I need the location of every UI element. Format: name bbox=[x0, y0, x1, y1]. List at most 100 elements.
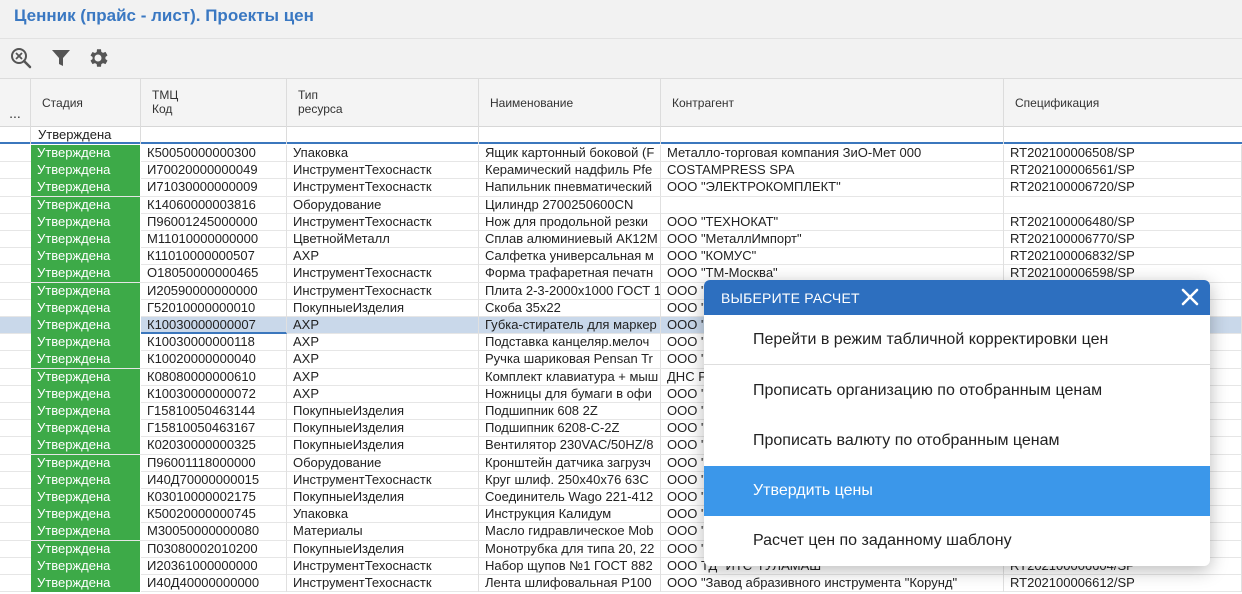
option-template-calc[interactable]: Расчет цен по заданному шаблону bbox=[704, 516, 1210, 566]
column-header-line: Тип bbox=[298, 88, 319, 102]
cell-stage: Утверждена bbox=[31, 403, 141, 420]
cell-name: Скоба 35х22 bbox=[479, 299, 661, 317]
cell-spec: RT202100006561/SP bbox=[1004, 162, 1242, 180]
cell-spec: RT202100006508/SP bbox=[1004, 145, 1242, 162]
cell-tmc-code: К50050000000300 bbox=[141, 145, 287, 162]
cell-resource-type: Оборудование bbox=[287, 196, 479, 214]
column-header-name[interactable]: Наименование bbox=[479, 79, 661, 127]
cell-name: Круг шлиф. 250х40х76 63С bbox=[479, 471, 661, 489]
column-header-line: ТМЦ bbox=[152, 88, 179, 102]
column-header-label: Стадия bbox=[42, 96, 83, 110]
cell-name: Цилиндр 2700250600CN bbox=[479, 196, 661, 214]
table-row[interactable]: Утверждена П96001245000000 ИнструментТехос… bbox=[0, 213, 1242, 231]
grid-header: Стадия ТМЦ Код Тип ресурса Наименование Ко… bbox=[0, 79, 1242, 127]
cell-tmc-code: П03080002010200 bbox=[141, 540, 287, 558]
cell-resource-type: ПокупныеИзделия bbox=[287, 489, 479, 506]
cell-stage: Утверждена bbox=[31, 317, 141, 334]
cell-stage: Утверждена bbox=[31, 506, 141, 524]
option-set-currency[interactable]: Прописать валюту по отобранным ценам bbox=[704, 416, 1210, 466]
cell-tmc-code: Г15810050463167 bbox=[141, 420, 287, 438]
cell-resource-type: АХР bbox=[287, 368, 479, 386]
cell-name: Сплав алюминиевый АК12М bbox=[479, 231, 661, 248]
option-table-price-edit[interactable]: Перейти в режим табличной корректировки … bbox=[704, 315, 1210, 365]
cell-name: Лента шлифовальная Р100 bbox=[479, 575, 661, 592]
cell-tmc-code: Г52010000000010 bbox=[141, 299, 287, 317]
cell-tmc-code: М11010000000000 bbox=[141, 231, 287, 248]
filter-stage-input[interactable]: Утверждена bbox=[31, 127, 141, 144]
cell-stage: Утверждена bbox=[31, 368, 141, 386]
column-header-tmc-code[interactable]: ТМЦ Код bbox=[141, 79, 287, 127]
column-header-line: ресурса bbox=[298, 102, 343, 116]
calculation-dialog: ВЫБЕРИТЕ РАСЧЕТ Перейти в режим таблично… bbox=[704, 280, 1210, 566]
cell-name: Ручка шариковая Pensan Tr bbox=[479, 351, 661, 369]
cell-spec: RT202100006612/SP bbox=[1004, 575, 1242, 592]
option-set-organization[interactable]: Прописать организацию по отобранным цена… bbox=[704, 366, 1210, 416]
page-title: Ценник (прайс - лист). Проекты цен bbox=[14, 6, 314, 25]
column-header-line: Код bbox=[152, 102, 173, 116]
cell-resource-type: ПокупныеИзделия bbox=[287, 299, 479, 317]
zoom-reset-icon bbox=[11, 48, 32, 69]
cell-stage: Утверждена bbox=[31, 145, 141, 162]
column-header-label: Наименование bbox=[490, 96, 574, 110]
column-header-stage[interactable]: Стадия bbox=[31, 79, 141, 127]
cell-contractor bbox=[661, 196, 1004, 214]
cell-stage: Утверждена bbox=[31, 471, 141, 489]
cell-resource-type: ИнструментТехоснастк bbox=[287, 265, 479, 283]
table-row[interactable]: Утверждена И71030000000009 ИнструментТехос… bbox=[0, 179, 1242, 197]
cell-resource-type: АХР bbox=[287, 351, 479, 369]
cell-resource-type: ИнструментТехоснастк bbox=[287, 575, 479, 592]
cell-resource-type: Упаковка bbox=[287, 506, 479, 524]
cell-name: Напильник пневматический bbox=[479, 179, 661, 197]
table-row[interactable]: Утверждена К50050000000300 Упаковка Ящик ка… bbox=[0, 145, 1242, 163]
column-chooser-button[interactable]: ... bbox=[0, 79, 31, 127]
column-header-contractor[interactable]: Контрагент bbox=[661, 79, 1004, 127]
column-header-resource-type[interactable]: Тип ресурса bbox=[287, 79, 479, 127]
cell-tmc-code: К10030000000072 bbox=[141, 385, 287, 403]
table-row[interactable]: Утверждена К11010000000507 АХР Салфетка уни… bbox=[0, 248, 1242, 266]
cell-tmc-code: И20361000000000 bbox=[141, 557, 287, 575]
table-row[interactable]: Утверждена И70020000000049 ИнструментТехос… bbox=[0, 162, 1242, 180]
dialog-title: ВЫБЕРИТЕ РАСЧЕТ bbox=[721, 290, 860, 306]
cell-name: Плита 2-3-2000х1000 ГОСТ 1 bbox=[479, 282, 661, 300]
cell-resource-type: Материалы bbox=[287, 523, 479, 541]
column-header-spec[interactable]: Спецификация bbox=[1004, 79, 1242, 127]
filter-tmc-code-input[interactable] bbox=[141, 127, 287, 144]
cell-stage: Утверждена bbox=[31, 231, 141, 248]
cell-resource-type: ИнструментТехоснастк bbox=[287, 282, 479, 300]
table-row[interactable]: Утверждена М11010000000000 ЦветнойМеталл Сп… bbox=[0, 231, 1242, 249]
table-row[interactable]: Утверждена И40Д40000000000 ИнструментТехос… bbox=[0, 575, 1242, 593]
cell-name: Подшипник 6208-С-2Z bbox=[479, 420, 661, 438]
cell-stage: Утверждена bbox=[31, 213, 141, 231]
dialog-close-button[interactable] bbox=[1178, 285, 1202, 309]
filter-spec-input[interactable] bbox=[1004, 127, 1242, 144]
cell-resource-type: АХР bbox=[287, 334, 479, 352]
cell-spec: RT202100006770/SP bbox=[1004, 231, 1242, 248]
cell-tmc-code: И40Д40000000000 bbox=[141, 575, 287, 592]
cell-name: Масло гидравлическое Mob bbox=[479, 523, 661, 541]
cell-name: Керамический надфиль Pfe bbox=[479, 162, 661, 180]
cell-stage: Утверждена bbox=[31, 575, 141, 592]
cell-stage: Утверждена bbox=[31, 540, 141, 558]
cell-stage: Утверждена bbox=[31, 162, 141, 180]
filter-resource-type-input[interactable] bbox=[287, 127, 479, 144]
cell-tmc-code: К10020000000040 bbox=[141, 351, 287, 369]
filter-contractor-input[interactable] bbox=[661, 127, 1004, 144]
table-row[interactable]: Утверждена К14060000003816 Оборудование Цил… bbox=[0, 196, 1242, 214]
filter-button[interactable] bbox=[48, 45, 74, 71]
cell-resource-type: АХР bbox=[287, 317, 479, 334]
option-approve-prices[interactable]: Утвердить цены bbox=[704, 466, 1210, 516]
settings-button[interactable] bbox=[85, 45, 111, 71]
cell-tmc-code: И71030000000009 bbox=[141, 179, 287, 197]
cell-name: Соединитель Wago 221-412 bbox=[479, 489, 661, 506]
cell-tmc-code: И40Д70000000015 bbox=[141, 471, 287, 489]
cell-tmc-code: К02030000000325 bbox=[141, 437, 287, 455]
cell-name: Комплект клавиатура + мыш bbox=[479, 368, 661, 386]
column-header-label: ТМЦ Код bbox=[152, 88, 178, 116]
zoom-reset-button[interactable] bbox=[8, 45, 34, 71]
cell-stage: Утверждена bbox=[31, 299, 141, 317]
cell-tmc-code: К03010000002175 bbox=[141, 489, 287, 506]
filter-name-input[interactable] bbox=[479, 127, 661, 144]
cell-stage: Утверждена bbox=[31, 351, 141, 369]
cell-name: Кронштейн датчика загрузч bbox=[479, 454, 661, 472]
cell-stage: Утверждена bbox=[31, 334, 141, 352]
